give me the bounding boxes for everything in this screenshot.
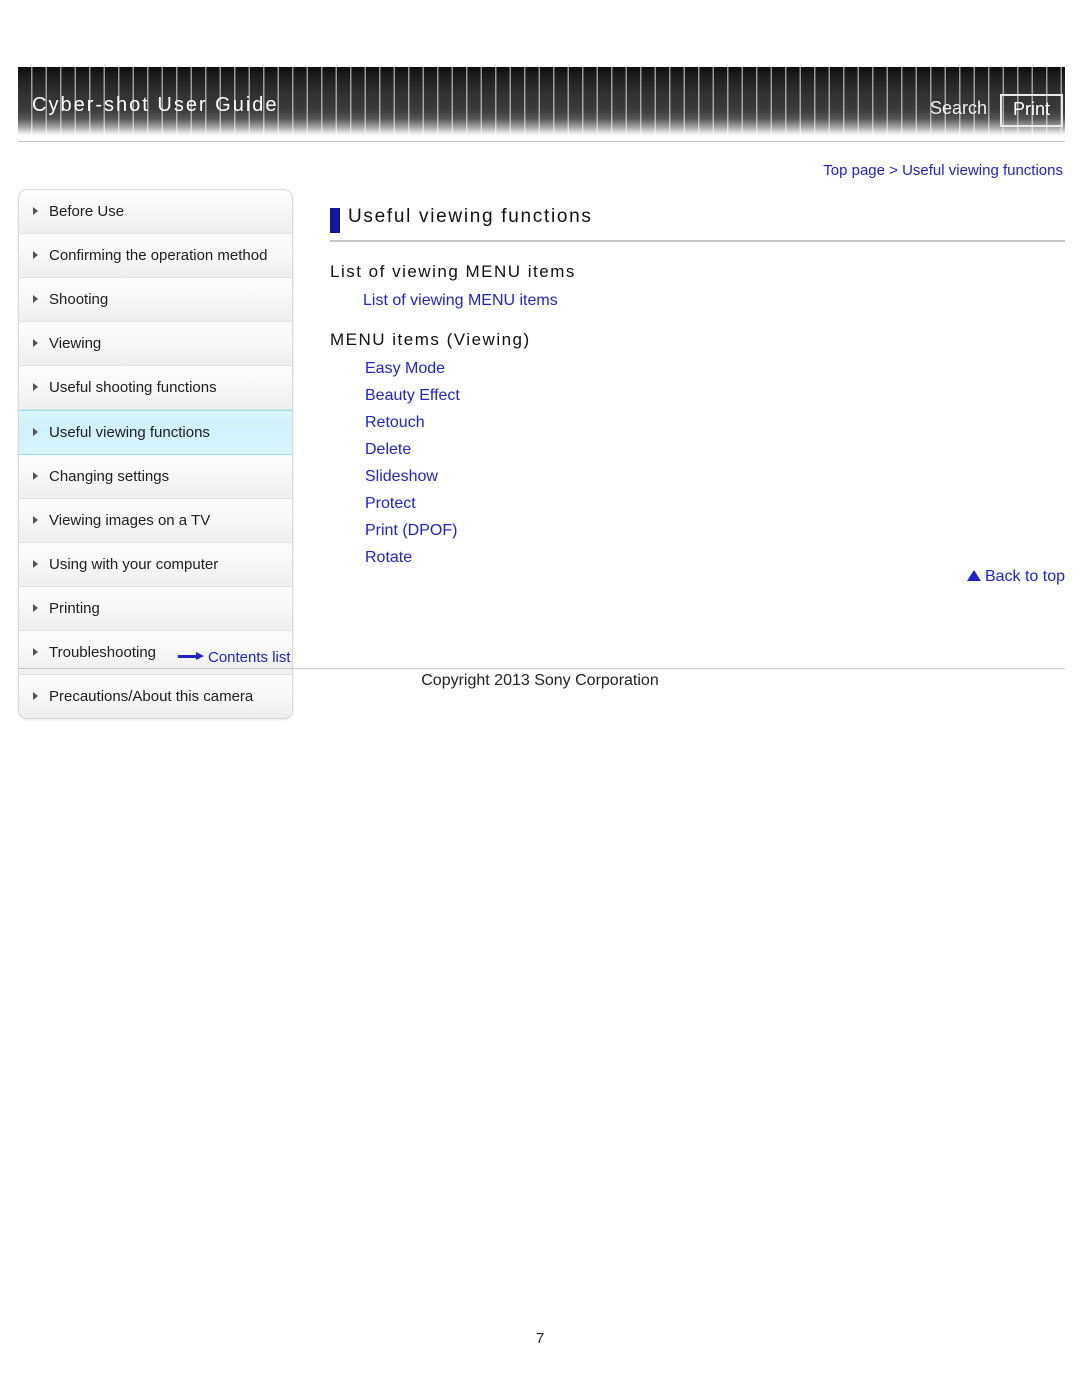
sidebar-item-viewing[interactable]: Viewing (19, 322, 292, 366)
doc-link-retouch[interactable]: Retouch (365, 414, 1065, 432)
sidebar-item-label: Useful shooting functions (49, 379, 217, 396)
page-title-wrap: Useful viewing functions (330, 206, 1065, 242)
footer-divider (18, 668, 1065, 669)
sidebar-item-label: Useful viewing functions (49, 424, 210, 441)
sidebar-item-useful-viewing-functions[interactable]: Useful viewing functions (19, 410, 292, 455)
title-accent-bar (330, 208, 340, 233)
doc-link-list-of-viewing-menu-items[interactable]: List of viewing MENU items (363, 292, 1065, 310)
sidebar-item-before-use[interactable]: Before Use (19, 190, 292, 234)
chevron-right-icon (33, 383, 38, 391)
chevron-right-icon (33, 339, 38, 347)
sidebar-item-viewing-images-on-a-tv[interactable]: Viewing images on a TV (19, 499, 292, 543)
sidebar-item-label: Before Use (49, 203, 125, 220)
doc-link-slideshow[interactable]: Slideshow (365, 468, 1065, 486)
chevron-right-icon (33, 604, 38, 612)
chevron-right-icon (33, 560, 38, 568)
link-group-list-of-viewing-menu-items: List of viewing MENU items (330, 292, 1065, 310)
doc-link-rotate[interactable]: Rotate (365, 549, 1065, 567)
arrow-right-icon (178, 652, 204, 661)
chevron-right-icon (33, 472, 38, 480)
chevron-right-icon (33, 516, 38, 524)
chevron-right-icon (33, 251, 38, 259)
chevron-right-icon (33, 428, 38, 436)
page-title: Useful viewing functions (348, 206, 593, 227)
chevron-right-icon (33, 692, 38, 700)
breadcrumb[interactable]: Top page > Useful viewing functions (823, 162, 1063, 179)
sidebar-item-label: Precautions/About this camera (49, 688, 254, 705)
sidebar-item-label: Troubleshooting (49, 644, 157, 661)
sidebar-item-label: Printing (49, 600, 100, 617)
sidebar-item-label: Shooting (49, 291, 109, 308)
copyright-text: Copyright 2013 Sony Corporation (421, 672, 659, 689)
sidebar-item-changing-settings[interactable]: Changing settings (19, 455, 292, 499)
sidebar-item-label: Viewing images on a TV (49, 512, 211, 529)
main-content: Useful viewing functions List of viewing… (330, 206, 1065, 585)
link-group-menu-items-viewing: Easy Mode Beauty Effect Retouch Delete S… (330, 360, 1065, 567)
sidebar-item-label: Confirming the operation method (49, 247, 268, 264)
page-number: 7 (535, 1330, 545, 1347)
back-to-top-link[interactable]: Back to top (966, 568, 1065, 586)
print-button[interactable]: Print (999, 94, 1063, 127)
doc-link-beauty-effect[interactable]: Beauty Effect (365, 387, 1065, 405)
sidebar-item-printing[interactable]: Printing (19, 587, 292, 631)
sidebar-item-useful-shooting-functions[interactable]: Useful shooting functions (19, 366, 292, 410)
doc-link-print-dpof[interactable]: Print (DPOF) (365, 522, 1065, 540)
header-divider (18, 141, 1065, 142)
chevron-right-icon (33, 648, 38, 656)
section-heading-menu-items-viewing: MENU items (Viewing) (330, 330, 531, 349)
doc-link-delete[interactable]: Delete (365, 441, 1065, 459)
sidebar-item-confirming-the-operation-method[interactable]: Confirming the operation method (19, 234, 292, 278)
search-link[interactable]: Search (930, 98, 987, 119)
contents-list-link[interactable]: Contents list (178, 649, 291, 666)
sidebar-item-shooting[interactable]: Shooting (19, 278, 292, 322)
site-title: Cyber-shot User Guide (32, 94, 279, 116)
doc-link-protect[interactable]: Protect (365, 495, 1065, 513)
sidebar-item-label: Changing settings (49, 468, 170, 485)
sidebar-item-using-with-your-computer[interactable]: Using with your computer (19, 543, 292, 587)
section-heading-list-of-viewing-menu-items: List of viewing MENU items (330, 262, 576, 281)
chevron-right-icon (33, 295, 38, 303)
back-to-top-label: Back to top (984, 568, 1065, 585)
sidebar-nav: Before Use Confirming the operation meth… (18, 189, 293, 719)
sidebar-item-label: Viewing (49, 335, 102, 352)
doc-link-easy-mode[interactable]: Easy Mode (365, 360, 1065, 378)
chevron-right-icon (33, 207, 38, 215)
triangle-up-icon (966, 570, 981, 581)
contents-list-label: Contents list (208, 649, 291, 666)
sidebar-item-label: Using with your computer (49, 556, 219, 573)
